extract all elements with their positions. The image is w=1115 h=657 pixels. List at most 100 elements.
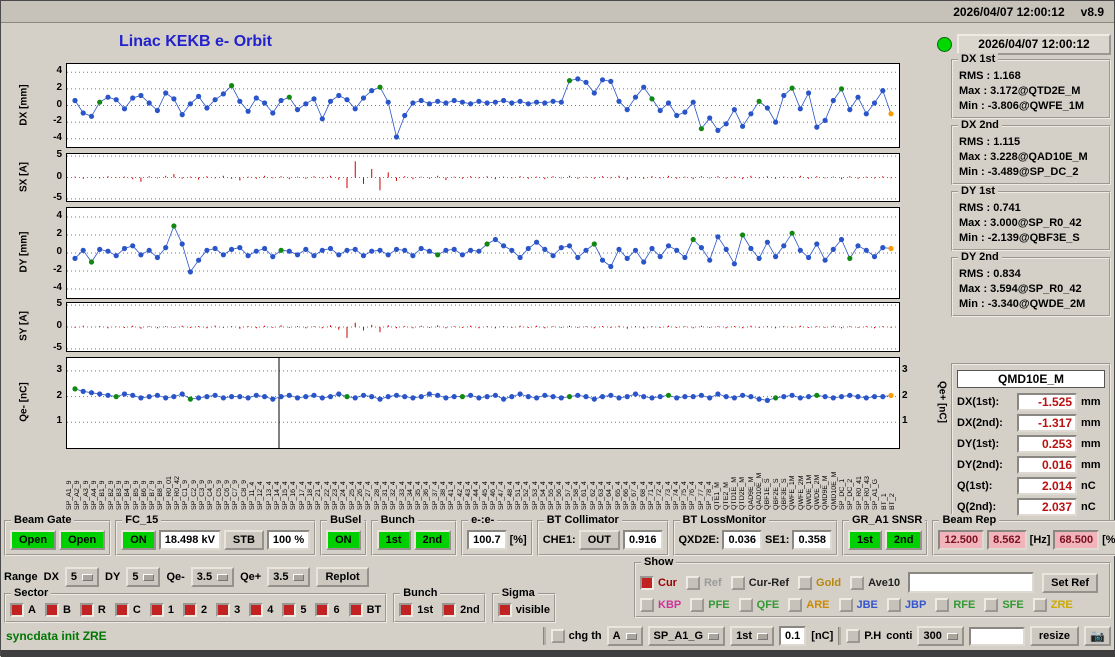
ph-checkbox[interactable] xyxy=(846,629,861,643)
che1-out-button[interactable]: OUT xyxy=(578,530,620,550)
toggle-SFE[interactable]: SFE xyxy=(984,598,1024,612)
fc15-on-button[interactable]: ON xyxy=(121,530,156,550)
fc15-stb-button[interactable]: STB xyxy=(223,530,264,550)
toggle-ARE[interactable]: ARE xyxy=(788,598,830,612)
checkbox[interactable] xyxy=(738,598,753,612)
se1-display: 0.358 xyxy=(792,530,832,550)
toggle-RFE[interactable]: RFE xyxy=(935,598,975,612)
checkbox[interactable] xyxy=(984,598,999,612)
stat-title: DX 1st xyxy=(958,53,999,65)
toggle-3[interactable]: 3 xyxy=(216,603,240,617)
toggle-Cur[interactable]: Cur xyxy=(640,575,677,590)
resize-button[interactable]: resize xyxy=(1029,626,1080,646)
checkbox[interactable] xyxy=(182,603,197,617)
toggle-6[interactable]: 6 xyxy=(315,603,340,617)
checkbox[interactable] xyxy=(640,575,654,590)
toggle-Ref[interactable]: Ref xyxy=(685,575,722,590)
beam-gate-open1-button[interactable]: Open xyxy=(10,530,57,550)
toggle-5[interactable]: 5 xyxy=(282,603,306,617)
qmd-row-label: DY(2nd): xyxy=(957,459,1003,471)
checkbox[interactable] xyxy=(79,603,94,617)
checkbox[interactable] xyxy=(838,598,853,612)
toggle-1[interactable]: 1 xyxy=(149,603,174,617)
qmd-row-label: DX(1st): xyxy=(957,396,1000,408)
range-dy-select[interactable]: 5 xyxy=(126,567,161,587)
checkbox[interactable] xyxy=(10,603,24,617)
toggle-R[interactable]: R xyxy=(79,603,106,617)
toggle-2nd[interactable]: 2nd xyxy=(442,603,480,617)
y-tick-label: 4 xyxy=(56,65,62,77)
range-row: Range DX 5 DY 5 Qe- 3.5 Qe+ 3.5 Replot xyxy=(4,567,369,587)
toggle-ZRE[interactable]: ZRE xyxy=(1032,598,1073,612)
toggle-B[interactable]: B xyxy=(44,603,71,617)
checkbox[interactable] xyxy=(348,603,363,617)
checkbox[interactable] xyxy=(798,575,813,590)
checkbox[interactable] xyxy=(886,598,901,612)
beam-gate-open2-button[interactable]: Open xyxy=(59,530,106,550)
sector-select[interactable]: A xyxy=(606,626,643,646)
toggle-Cur-Ref[interactable]: Cur-Ref xyxy=(730,575,789,590)
qmd-title: QMD10E_M xyxy=(957,370,1105,388)
checkbox[interactable] xyxy=(850,575,865,590)
toggle-1st[interactable]: 1st xyxy=(399,603,433,617)
toggle-JBP[interactable]: JBP xyxy=(886,598,926,612)
toggle-Ave10[interactable]: Ave10 xyxy=(850,575,900,590)
checkbox[interactable] xyxy=(690,598,705,612)
checkbox[interactable] xyxy=(935,598,950,612)
bunch-order-select[interactable]: 1st xyxy=(730,626,774,646)
checkbox[interactable] xyxy=(730,575,745,590)
toggle-Gold[interactable]: Gold xyxy=(798,575,841,590)
checkbox[interactable] xyxy=(282,603,297,617)
checkbox[interactable] xyxy=(44,603,59,617)
range-dx-select[interactable]: 5 xyxy=(64,567,100,587)
checkbox[interactable] xyxy=(114,603,129,617)
toggle-QFE[interactable]: QFE xyxy=(738,598,779,612)
set-ref-button[interactable]: Set Ref xyxy=(1042,572,1099,593)
replot-button[interactable]: Replot xyxy=(316,567,369,587)
fc15-group-title: FC_15 xyxy=(122,514,162,526)
x-axis-label: QTE2_M xyxy=(722,481,730,510)
toggle-KBP[interactable]: KBP xyxy=(640,598,681,612)
gr-a1-1st-button[interactable]: 1st xyxy=(848,530,882,550)
x-axis-label: SP_16_4 xyxy=(290,481,298,510)
toggle-C[interactable]: C xyxy=(114,603,141,617)
busel-on-button[interactable]: ON xyxy=(326,530,361,550)
toggle-4[interactable]: 4 xyxy=(249,603,273,617)
range-qep-select[interactable]: 3.5 xyxy=(267,567,311,587)
range-qem-select[interactable]: 3.5 xyxy=(190,567,235,587)
gr-a1-2nd-button[interactable]: 2nd xyxy=(884,530,923,550)
x-axis-label: QTD2E_M xyxy=(739,476,747,510)
x-axis-labels: SP_A1_9 SP_A2_9 SP_A3_9 SP_A4_9 SP_B1_9 SP_B2… xyxy=(66,452,898,510)
checkbox[interactable] xyxy=(640,598,654,612)
ph-toggle[interactable]: P.H xyxy=(846,629,881,643)
checkbox[interactable] xyxy=(1032,598,1047,612)
toggle-2[interactable]: 2 xyxy=(182,603,207,617)
checkbox[interactable] xyxy=(442,603,457,617)
toggle-BT[interactable]: BT xyxy=(348,603,381,617)
sigma-visible-checkbox[interactable] xyxy=(497,603,512,617)
toggle-JBE[interactable]: JBE xyxy=(838,598,878,612)
toggle-PFE[interactable]: PFE xyxy=(690,598,730,612)
camera-button[interactable]: 📷 xyxy=(1084,626,1111,646)
checkbox[interactable] xyxy=(399,603,414,617)
count-input[interactable] xyxy=(968,626,1025,646)
checkbox[interactable] xyxy=(249,603,264,617)
bunch-1st-button[interactable]: 1st xyxy=(376,530,411,550)
chg-th-checkbox[interactable] xyxy=(550,629,565,643)
device-select[interactable]: SP_A1_G xyxy=(647,626,726,646)
checkbox[interactable] xyxy=(685,575,700,590)
checkbox[interactable] xyxy=(788,598,803,612)
count-select[interactable]: 300 xyxy=(917,626,964,646)
checkbox[interactable] xyxy=(216,603,231,617)
toggle-A[interactable]: A xyxy=(10,603,36,617)
bt-collimator-group-title: BT Collimator xyxy=(543,514,622,526)
checkbox[interactable] xyxy=(315,603,330,617)
ref-input[interactable] xyxy=(908,572,1035,593)
x-axis-label: SP_31_4 xyxy=(381,481,389,510)
sigma-visible-toggle[interactable]: visible xyxy=(497,603,550,617)
chg-th-toggle[interactable]: chg th xyxy=(550,629,602,643)
x-axis-label: QBF1E_S xyxy=(764,478,772,510)
y-tick-label: -4 xyxy=(53,282,62,293)
bunch-2nd-button[interactable]: 2nd xyxy=(413,530,452,550)
checkbox[interactable] xyxy=(149,603,164,617)
